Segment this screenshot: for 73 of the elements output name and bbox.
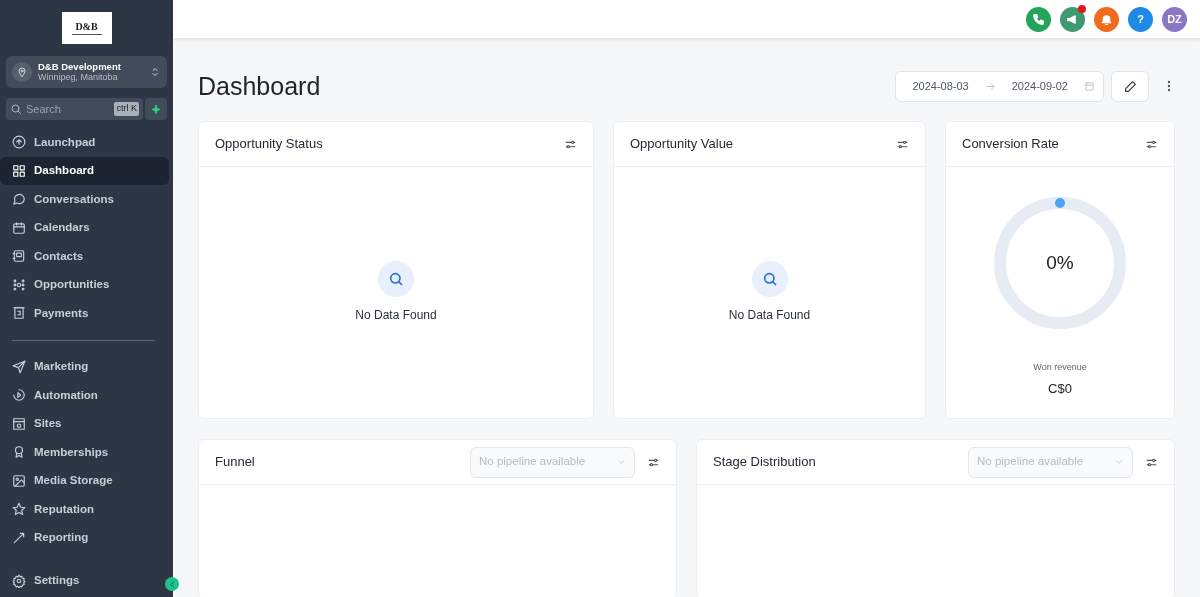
browser-icon	[12, 416, 26, 431]
chart-icon	[12, 530, 26, 545]
widget-title: Conversion Rate	[962, 135, 1059, 154]
megaphone-icon	[1066, 12, 1079, 26]
chevron-down-icon	[1114, 457, 1124, 467]
phone-icon	[1032, 12, 1045, 26]
revenue-amount: C$0	[1048, 379, 1072, 398]
star-icon	[12, 502, 26, 517]
sidebar-item[interactable]: Conversations	[0, 185, 169, 214]
collapse-button[interactable]	[165, 577, 179, 591]
empty-message: No Data Found	[728, 307, 811, 324]
widget-title: Opportunity Value	[630, 135, 734, 154]
sidebar-item[interactable]: Settings	[0, 566, 169, 595]
rocket-icon	[12, 135, 26, 150]
contacts-icon	[12, 249, 26, 264]
calendar-icon	[12, 220, 26, 235]
send-icon	[12, 359, 26, 374]
widget-title: Funnel	[215, 453, 255, 472]
sidebar-item[interactable]: Media Storage	[0, 466, 169, 496]
phone-button[interactable]	[1026, 6, 1051, 32]
calendar-icon	[1084, 80, 1095, 92]
chevron-down-icon	[616, 457, 626, 467]
chevron-updown-icon	[149, 66, 161, 79]
gauge-reading: 0%	[1046, 252, 1074, 274]
widget-title: Opportunity Status	[215, 135, 323, 154]
sidebar-item[interactable]: Dashboard	[0, 156, 169, 186]
sparkle-icon	[151, 103, 161, 115]
gauge-caption: Won revenue	[1033, 361, 1087, 374]
bell-icon	[1100, 12, 1113, 26]
award-icon	[12, 445, 26, 460]
sidebar-item[interactable]: Automation	[0, 381, 169, 410]
chevron-left-icon	[167, 579, 177, 589]
account-location: Winnipeg, Manitoba	[38, 72, 119, 84]
receipt-icon	[12, 306, 26, 321]
chat-icon	[12, 192, 26, 207]
search-icon	[10, 103, 22, 116]
ai-button[interactable]	[145, 98, 167, 121]
arrow-right-icon	[984, 80, 996, 92]
search-icon	[751, 261, 788, 297]
sidebar-item[interactable]: Opportunities	[0, 270, 169, 300]
sidebar-item[interactable]: Launchpad	[0, 128, 169, 157]
edit-button[interactable]	[1111, 70, 1149, 102]
sidebar-item[interactable]: Payments	[0, 299, 169, 328]
shortcut-key: ctrl K	[114, 102, 139, 116]
account-name: D&B Development	[38, 61, 122, 73]
announcement-button[interactable]	[1060, 6, 1085, 32]
more-vertical-icon	[1167, 80, 1171, 92]
grid-icon	[12, 163, 26, 178]
search-field[interactable]: Search	[26, 100, 106, 118]
gauge-marker	[1055, 198, 1065, 208]
play-circle-icon	[12, 388, 26, 403]
empty-message: No Data Found	[355, 307, 437, 324]
sidebar-item[interactable]: Sites	[0, 409, 169, 439]
sidebar-item[interactable]: Memberships	[0, 438, 169, 467]
sidebar-item[interactable]: Calendars	[0, 213, 169, 243]
widget-title: Stage Distribution	[713, 453, 816, 472]
logo: D&B	[61, 12, 112, 44]
image-icon	[12, 473, 26, 488]
account-switcher[interactable]: D&B Development Winnipeg, Manitoba	[6, 56, 167, 89]
sidebar-item[interactable]: Reputation	[0, 495, 169, 524]
dots-icon	[12, 277, 26, 292]
gear-icon	[12, 573, 26, 588]
notification-button[interactable]	[1094, 6, 1119, 32]
search-icon	[378, 261, 414, 297]
help-button[interactable]: ?	[1128, 6, 1153, 32]
search-bar[interactable]: Search ctrl K	[6, 98, 143, 121]
pencil-icon	[1123, 79, 1137, 93]
page-title: Dashboard	[198, 71, 321, 101]
sidebar-item[interactable]: Reporting	[0, 523, 169, 553]
user-avatar[interactable]: DZ	[1162, 6, 1187, 32]
sidebar-item[interactable]: Marketing	[0, 352, 169, 382]
date-range-field[interactable]: 2024-08-03 2024-09-02	[895, 70, 1104, 102]
sidebar-item[interactable]: Contacts	[0, 242, 169, 271]
